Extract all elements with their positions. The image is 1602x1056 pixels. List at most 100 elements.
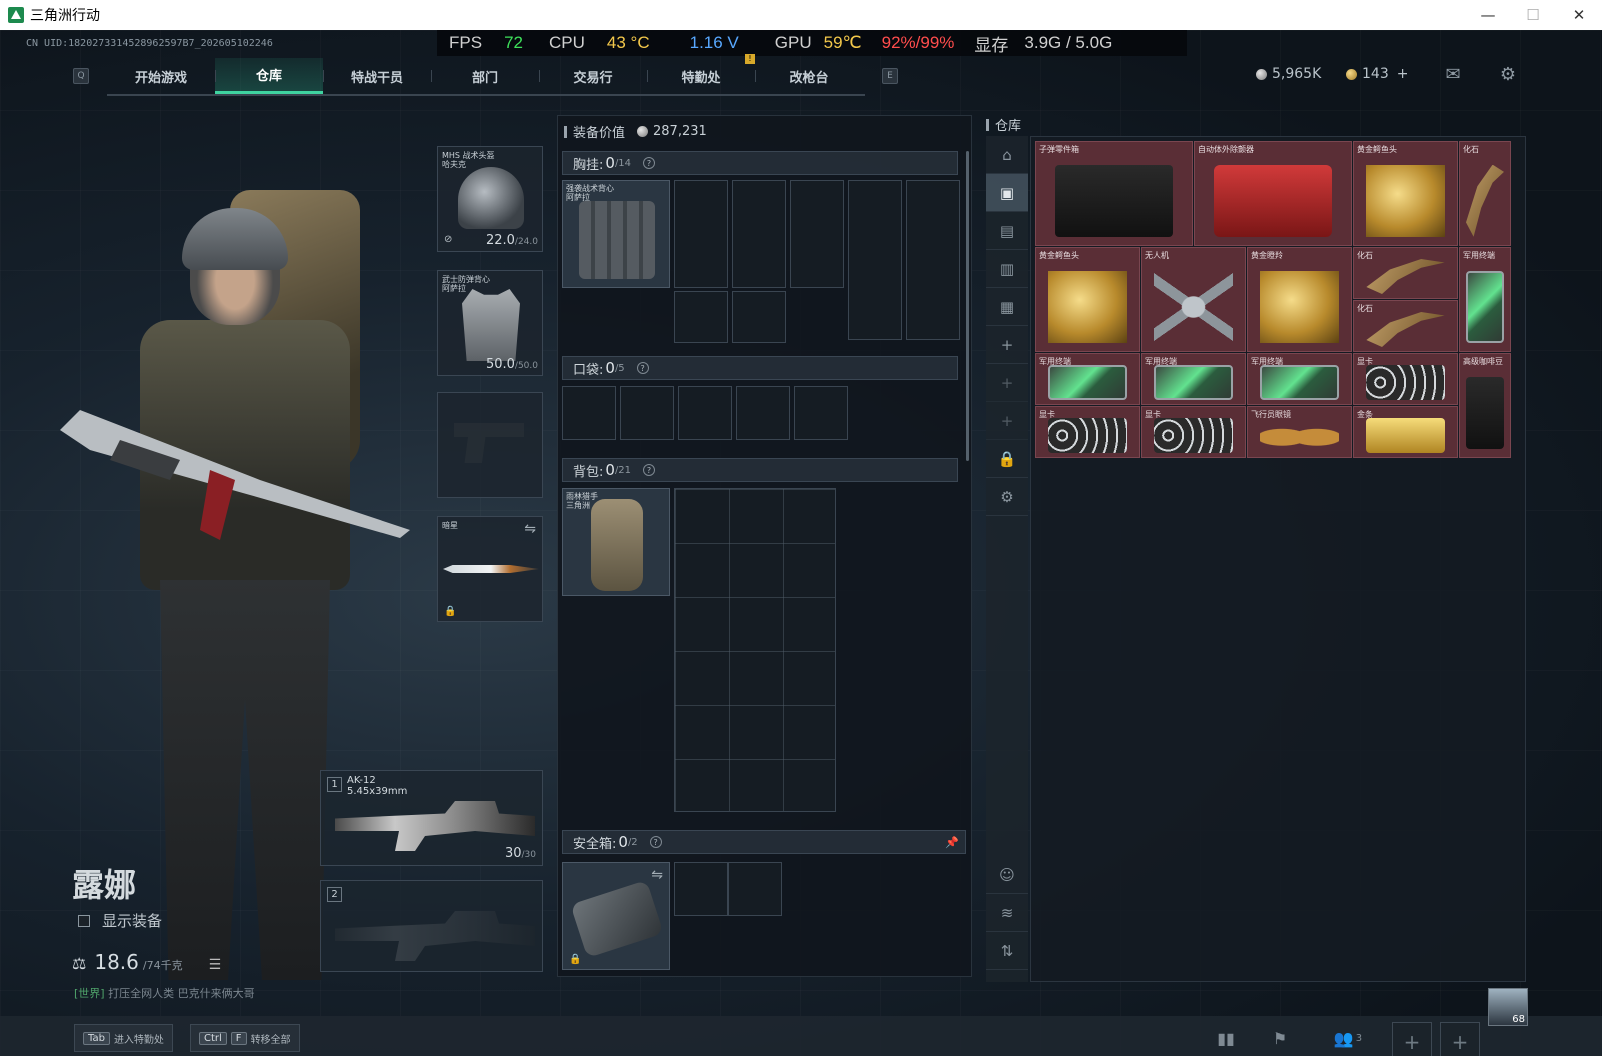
add-page-icon[interactable]: + [986, 326, 1028, 364]
flag-icon[interactable]: ⚑ [1268, 1026, 1292, 1050]
tab-warehouse[interactable]: 仓库 [215, 58, 323, 94]
friends-icon[interactable]: 👥 3 [1326, 1026, 1370, 1050]
warehouse-item[interactable]: 显卡 [1035, 406, 1140, 458]
warehouse-item[interactable]: 无人机 [1141, 247, 1246, 352]
stats-icon[interactable]: ▮▮ [1214, 1026, 1238, 1050]
friends-count: 3 [1355, 1032, 1363, 1044]
chest-slot[interactable] [790, 180, 844, 288]
tab-market[interactable]: 交易行 [539, 58, 647, 94]
pocket-slot[interactable] [562, 386, 616, 440]
settings-gear-icon[interactable]: ⚙ [1497, 64, 1519, 85]
chest-slot[interactable] [674, 180, 728, 288]
help-icon[interactable]: ? [643, 464, 656, 476]
backpack-count: 0 [605, 461, 615, 479]
warehouse-item[interactable]: 军用终端 [1141, 353, 1246, 405]
pin-icon[interactable]: 📌 [945, 836, 959, 849]
warehouse-item[interactable]: 化石 [1353, 247, 1458, 299]
close-button[interactable]: ✕ [1556, 0, 1602, 30]
chest-slot[interactable] [732, 180, 786, 288]
warehouse-item[interactable]: 军用终端 [1035, 353, 1140, 405]
list-icon[interactable]: ☰ [209, 957, 222, 973]
invite-squad-button[interactable]: + [1392, 1022, 1432, 1056]
pocket-count: 0 [605, 359, 615, 377]
backpack-item[interactable]: 雨林猎手 三角洲 [562, 488, 670, 596]
warehouse-item[interactable]: 高级咖啡豆 [1459, 353, 1511, 458]
warehouse-item[interactable]: 显卡 [1141, 406, 1246, 458]
warehouse-item[interactable]: 金条 [1353, 406, 1458, 458]
warehouse-item[interactable]: 黄金鳄鱼头 [1035, 247, 1140, 352]
warehouse-item[interactable]: 化石 [1459, 141, 1511, 246]
armor-slot[interactable]: 武士防弹背心 阿萨拉 50.0/50.0 [437, 270, 543, 376]
warehouse-item[interactable]: 黄金瞪羚 [1247, 247, 1352, 352]
add-page-icon[interactable]: + [986, 364, 1028, 402]
minimize-button[interactable]: — [1465, 0, 1511, 30]
chest-slot[interactable] [906, 180, 960, 340]
add-currency-button[interactable]: + [1397, 66, 1409, 82]
safebox-item[interactable]: ⇋ 🔒 [562, 862, 670, 970]
pocket-label: 口袋: [573, 362, 604, 378]
show-equipment-toggle[interactable]: 显示装备 [78, 910, 162, 931]
warehouse-page-4[interactable]: ▦ [986, 288, 1028, 326]
warehouse-page-2[interactable]: ▤ [986, 212, 1028, 250]
prev-tab-key[interactable]: Q [73, 68, 89, 84]
warehouse-item[interactable]: 子弹零件箱 [1035, 141, 1193, 246]
warehouse-all-icon[interactable]: ⌂ [986, 136, 1028, 174]
settings-icon[interactable]: ⚙ [986, 478, 1028, 516]
mail-icon[interactable]: ✉ [1442, 64, 1464, 85]
melee-slot[interactable]: 暗星 ⇋ 🔒 [437, 516, 543, 622]
sort-icon[interactable]: ⇅ [986, 932, 1028, 970]
secondary-weapon-slot[interactable]: 2 [320, 880, 543, 972]
tab-operators[interactable]: 特战干员 [323, 58, 431, 94]
tab-special-ops[interactable]: 特勤处 [647, 58, 755, 94]
backpack-grid[interactable] [674, 488, 836, 812]
warehouse-item[interactable]: 军用终端 [1459, 247, 1511, 352]
operator-name: 露娜 [72, 866, 137, 904]
warehouse-page-1[interactable]: ▣ [986, 174, 1028, 212]
chest-slot[interactable] [848, 180, 902, 340]
no-modify-icon: ⊘ [444, 234, 453, 245]
helmet-slot[interactable]: MHS 战术头盔 哈夫克 ⊘ 22.0/24.0 [437, 146, 543, 252]
help-icon[interactable]: ? [649, 836, 662, 848]
enter-special-ops-hint[interactable]: Tab 进入特勤处 [74, 1024, 173, 1052]
show-equipment-checkbox[interactable] [78, 914, 90, 927]
tab-department[interactable]: 部门 [431, 58, 539, 94]
pocket-slot[interactable] [620, 386, 674, 440]
primary-weapon-slot[interactable]: 1 AK-12 5.45x39mm 30/30 [320, 770, 543, 866]
layers-icon[interactable]: ≋ [986, 894, 1028, 932]
pocket-slot[interactable] [736, 386, 790, 440]
help-icon[interactable]: ? [636, 362, 649, 374]
safebox-max: /2 [627, 836, 638, 848]
warehouse-item[interactable]: 军用终端 [1247, 353, 1352, 405]
item-name: 化石 [1463, 145, 1479, 154]
add-page-icon[interactable]: + [986, 402, 1028, 440]
warehouse-item[interactable]: 化石 [1353, 300, 1458, 352]
chest-slot[interactable] [732, 291, 786, 343]
warehouse-page-3[interactable]: ▥ [986, 250, 1028, 288]
transfer-all-hint[interactable]: Ctrl F 转移全部 [190, 1024, 300, 1052]
help-icon[interactable]: ? [643, 157, 656, 169]
warehouse-item[interactable]: 自动体外除颤器 [1194, 141, 1352, 246]
player-avatar[interactable]: 68 [1488, 988, 1528, 1026]
next-tab-key[interactable]: E [882, 68, 898, 84]
loadout-scrollbar[interactable] [966, 151, 969, 461]
chest-slot[interactable] [674, 291, 728, 343]
warehouse-item[interactable]: 黄金鳄鱼头 [1353, 141, 1458, 246]
warehouse-item[interactable]: 飞行员眼镜 [1247, 406, 1352, 458]
safebox-slot[interactable] [674, 862, 728, 916]
chest-rig-item[interactable]: 强袭战术背心 阿萨拉 [562, 180, 670, 288]
tab-start-game[interactable]: 开始游戏 [107, 58, 215, 94]
tab-gunsmith[interactable]: 改枪台 [755, 58, 863, 94]
swap-icon[interactable]: ⇋ [651, 867, 663, 883]
lock-icon[interactable]: 🔒 [986, 440, 1028, 478]
safebox-slot[interactable] [728, 862, 782, 916]
chest-rig-item-label: 强袭战术背心 阿萨拉 [566, 184, 614, 202]
maximize-button[interactable]: ☐ [1510, 0, 1556, 30]
swap-icon[interactable]: ⇋ [524, 521, 536, 537]
invite-squad-button[interactable]: + [1440, 1022, 1480, 1056]
operator-icon[interactable]: ☺ [986, 856, 1028, 894]
item-name: 飞行员眼镜 [1251, 410, 1291, 419]
pocket-slot[interactable] [794, 386, 848, 440]
pocket-slot[interactable] [678, 386, 732, 440]
warehouse-item[interactable]: 显卡 [1353, 353, 1458, 405]
pistol-slot[interactable] [437, 392, 543, 498]
